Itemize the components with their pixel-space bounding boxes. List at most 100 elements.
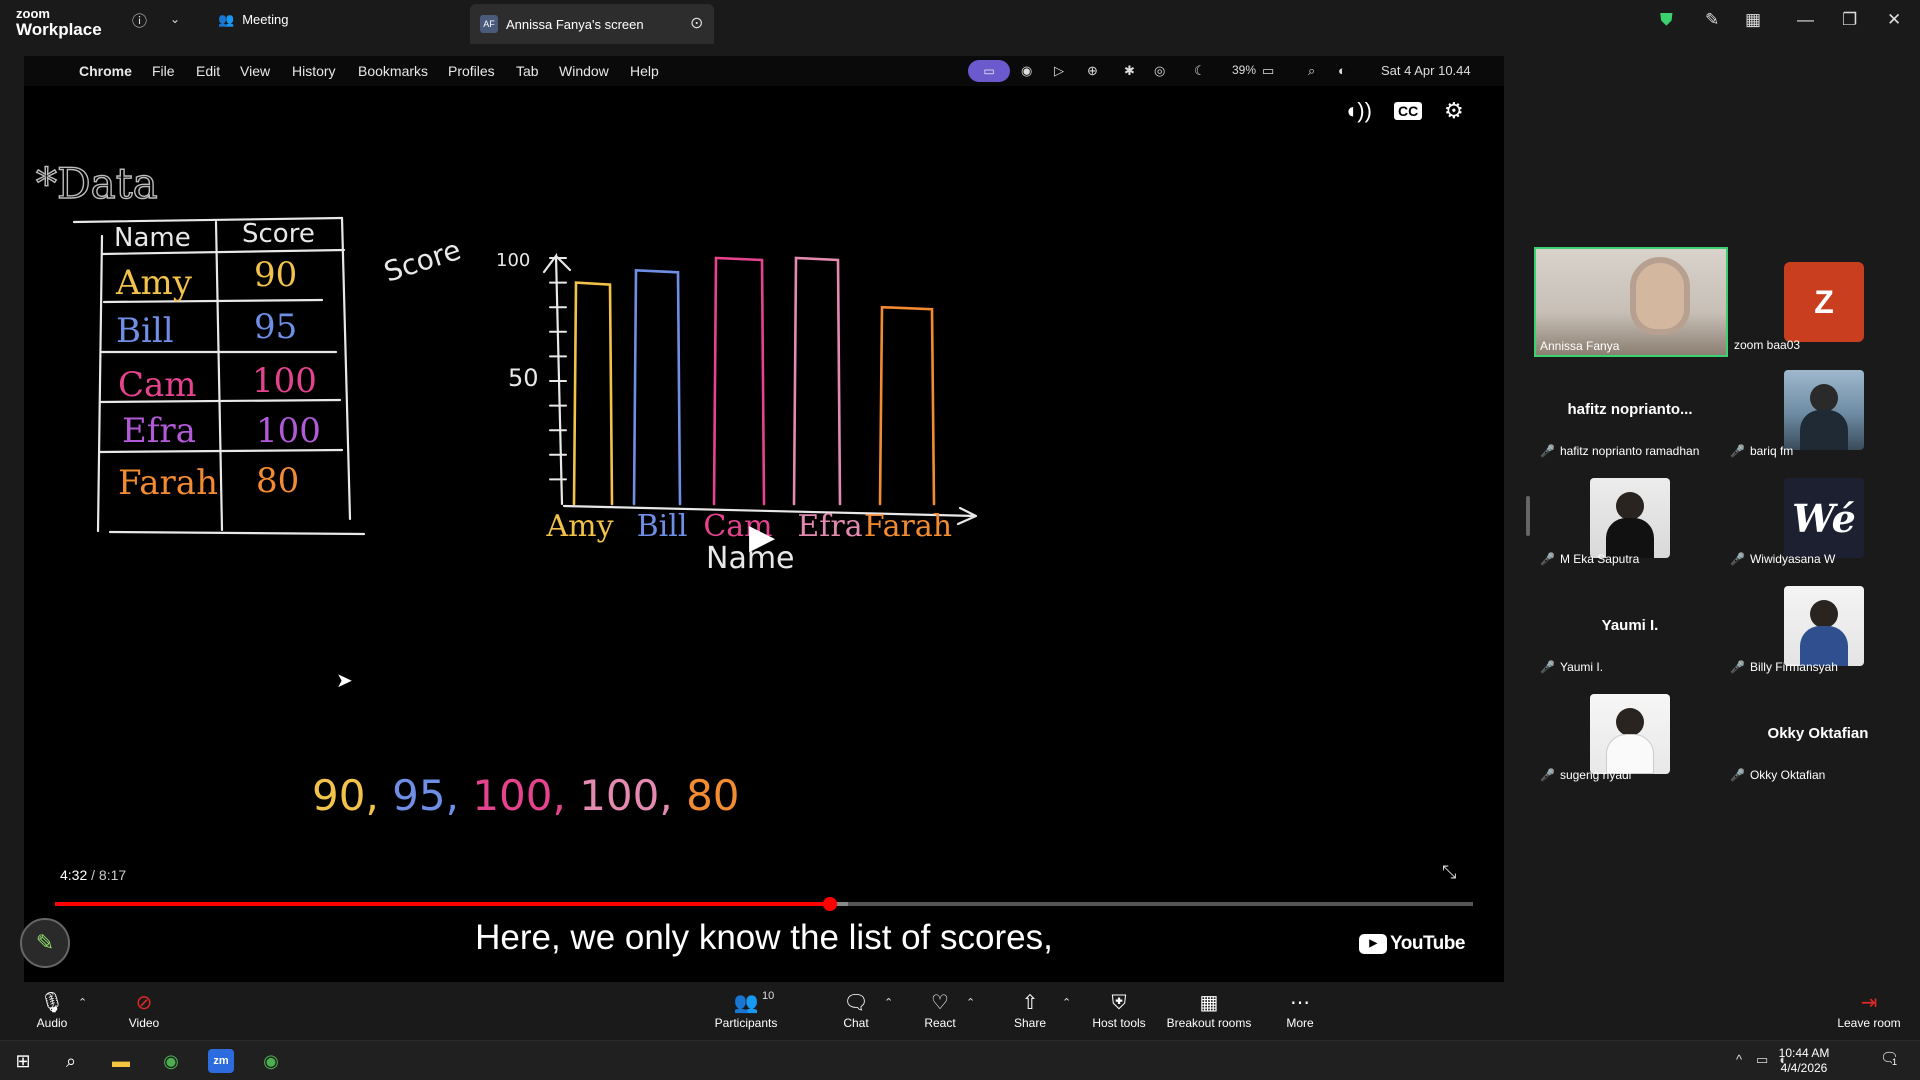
file-explorer-icon[interactable]: ▬ [108, 1049, 134, 1073]
breakout-rooms-label: Breakout rooms [1166, 1016, 1252, 1030]
more-dots-icon: ⋯ [1290, 992, 1310, 1014]
bar-cam [712, 256, 766, 506]
participant-name-row: 🎤 Okky Oktafian [1730, 768, 1825, 782]
shared-screen-tab[interactable]: AF Annissa Fanya's screen ⊙ [470, 4, 714, 44]
zoom-taskbar-icon[interactable]: zm [208, 1049, 234, 1073]
search-icon[interactable]: ⌕ [58, 1049, 84, 1073]
info-icon[interactable]: ⓘ [132, 10, 147, 31]
menu-bookmarks[interactable]: Bookmarks [358, 63, 428, 79]
user-switch-icon[interactable]: ◎ [1154, 63, 1165, 79]
participant-tile-annissa[interactable]: Annissa Fanya [1534, 247, 1728, 357]
participant-photo-billy[interactable] [1784, 586, 1864, 666]
audio-button[interactable]: 🎙 Audio [30, 992, 74, 1030]
close-icon[interactable]: ✕ [1887, 10, 1901, 30]
video-button[interactable]: ⊘ Video [120, 992, 168, 1030]
score-list: 90, 95, 100, 100, 80 [312, 771, 740, 820]
menu-view[interactable]: View [240, 63, 270, 79]
react-options-chevron-icon[interactable]: ⌃ [966, 996, 975, 1009]
menu-profiles[interactable]: Profiles [448, 63, 495, 79]
audio-options-chevron-icon[interactable]: ⌃ [78, 996, 87, 1009]
taskbar-clock[interactable]: 10:44 AM 4/4/2026 [1770, 1046, 1838, 1076]
progress-scrubber[interactable] [823, 897, 838, 911]
audio-label: Audio [36, 1016, 68, 1030]
bar-bill [632, 268, 682, 506]
windows-start-icon[interactable]: ⊞ [10, 1049, 36, 1073]
chevron-down-icon[interactable]: ⌄ [170, 12, 180, 26]
view-layout-icon[interactable]: ▦ [1745, 10, 1761, 30]
menu-history[interactable]: History [292, 63, 336, 79]
leave-door-icon: ⇥ [1860, 992, 1878, 1014]
youtube-logo[interactable]: ▶ YouTube [1359, 933, 1465, 955]
video-progress-bar[interactable] [55, 897, 1473, 911]
panel-resize-handle[interactable] [1526, 496, 1530, 536]
tray-chevron-icon[interactable]: ^ [1736, 1052, 1742, 1067]
share-options-chevron-icon[interactable]: ⌃ [1062, 996, 1071, 1009]
minimize-icon[interactable]: — [1797, 10, 1814, 30]
volume-icon[interactable]: ◖)) [1344, 98, 1372, 124]
settings-gear-icon[interactable]: ⚙ [1444, 98, 1464, 124]
more-options-icon[interactable]: ⊙ [690, 13, 703, 33]
people-icon: 👥 [218, 12, 235, 27]
youtube-label: YouTube [1390, 933, 1465, 954]
network-icon[interactable]: ▭ [1756, 1052, 1768, 1068]
windows-taskbar: ⊞ ⌕ ▬ ◉ zm ◉ ^ ▭ ◖ 10:44 AM 4/4/2026 🗨 1 [0, 1040, 1920, 1080]
participants-button[interactable]: 👥 Participants 10 [712, 990, 780, 1030]
annotation-pen-button[interactable]: ✎ [20, 918, 70, 968]
menu-tab[interactable]: Tab [516, 63, 539, 79]
play-icon[interactable]: ▶ [749, 517, 775, 557]
chat-button[interactable]: 🗨 Chat [836, 992, 876, 1030]
photo-body [1800, 410, 1848, 450]
spotlight-search-icon[interactable]: ⌕ [1308, 63, 1315, 79]
share-button[interactable]: ⇧ Share [1010, 992, 1050, 1030]
annotate-pen-icon[interactable]: ✎ [1705, 10, 1719, 30]
restore-icon[interactable]: ❐ [1842, 10, 1857, 30]
current-time: 4:32 [60, 867, 88, 883]
more-button[interactable]: ⋯ More [1280, 992, 1320, 1030]
menu-help[interactable]: Help [630, 63, 659, 79]
react-button[interactable]: ♡ React [920, 992, 960, 1030]
control-center-icon[interactable]: ◐ [1338, 63, 1346, 78]
zoom-logo-bottom: Workplace [16, 20, 102, 39]
participant-logo-wiwidyasana[interactable]: Wé [1784, 478, 1864, 558]
participant-photo-bariq[interactable] [1784, 370, 1864, 450]
focus-moon-icon[interactable]: ☾ [1194, 63, 1206, 79]
participant-logo-text: Wé [1792, 496, 1856, 541]
notification-icon[interactable]: 🗨 1 [1880, 1049, 1899, 1067]
chat-options-chevron-icon[interactable]: ⌃ [884, 996, 893, 1009]
link-icon[interactable]: ⊕ [1087, 63, 1098, 79]
screen-record-icon[interactable]: ▭ [968, 60, 1010, 82]
video-label: Video [128, 1016, 160, 1030]
time-separator: / [87, 867, 99, 883]
breakout-rooms-button[interactable]: ▦ Breakout rooms [1162, 992, 1256, 1030]
participant-avatar-z[interactable]: Z [1784, 262, 1864, 342]
participant-photo-sugeng[interactable] [1590, 694, 1670, 774]
exit-fullscreen-icon[interactable]: ⤡ [1442, 862, 1456, 883]
chat-label: Chat [843, 1016, 869, 1030]
security-shield-icon[interactable]: ⛊ [1660, 10, 1673, 30]
participant-name-row: 🎤 sugeng riyadi [1540, 768, 1631, 782]
play-status-icon[interactable]: ▷ [1054, 63, 1064, 79]
menu-app[interactable]: Chrome [79, 63, 132, 79]
score-list-value: 80 [686, 771, 739, 820]
host-tools-button[interactable]: ⛨ Host tools [1088, 992, 1150, 1030]
participant-name-row: 🎤 hafitz noprianto ramadhan [1540, 444, 1699, 458]
cc-button[interactable]: CC [1394, 102, 1423, 120]
meeting-tab[interactable]: 👥 Meeting [218, 12, 288, 28]
bluetooth-icon[interactable]: ✱ [1124, 63, 1135, 79]
zoom-status-icon[interactable]: ◉ [1021, 63, 1032, 79]
battery-percent: 39% [1232, 63, 1257, 77]
mic-muted-icon: 🎤 [1730, 660, 1745, 674]
chrome-taskbar-icon-2[interactable]: ◉ [258, 1049, 284, 1073]
battery-icon[interactable]: ▭ [1262, 63, 1274, 79]
menu-window[interactable]: Window [559, 63, 609, 79]
table-score-farah: 80 [256, 461, 299, 501]
participant-name: Annissa Fanya [1540, 339, 1620, 353]
leave-room-button[interactable]: ⇥ Leave room [1836, 992, 1902, 1030]
chrome-icon[interactable]: ◉ [158, 1049, 184, 1073]
menu-edit[interactable]: Edit [196, 63, 220, 79]
menu-file[interactable]: File [152, 63, 175, 79]
bar-farah [878, 305, 936, 506]
participant-photo-eka[interactable] [1590, 478, 1670, 558]
video-time: 4:32 / 8:17 [60, 867, 126, 883]
photo-head [1616, 492, 1644, 520]
